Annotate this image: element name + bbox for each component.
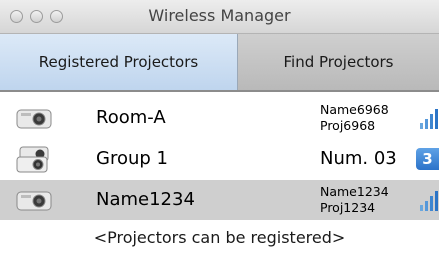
projector-row-name1234[interactable]: Name1234 Name1234 Proj1234 <box>0 180 439 220</box>
group-number: Num. 03 <box>320 148 397 169</box>
projector-info-id: Proj1234 <box>320 200 376 215</box>
projector-info: Name1234 Proj1234 <box>320 184 389 216</box>
window-title: Wireless Manager <box>148 6 291 25</box>
projector-name: Group 1 <box>96 148 168 169</box>
tab-find-projectors[interactable]: Find Projectors <box>238 34 439 90</box>
projector-row-room-a[interactable]: Room-A Name6968 Proj6968 <box>0 98 439 138</box>
projector-name: Room-A <box>96 107 166 128</box>
signal-strength-icon <box>420 191 438 211</box>
tab-bar: Registered Projectors Find Projectors <box>0 34 439 90</box>
tab-divider <box>0 90 439 92</box>
projector-info-name: Name1234 <box>320 184 389 199</box>
projector-info: Name6968 Proj6968 <box>320 102 389 134</box>
tab-registered-projectors[interactable]: Registered Projectors <box>0 34 238 90</box>
projector-info-id: Proj6968 <box>320 118 376 133</box>
projector-name: Name1234 <box>96 189 195 210</box>
projector-row-group-1[interactable]: Group 1 Num. 03 3 <box>0 139 439 179</box>
signal-strength-icon <box>420 109 438 129</box>
projector-icon <box>16 191 52 211</box>
window-titlebar: Wireless Manager <box>0 0 439 34</box>
projector-info-name: Name6968 <box>320 102 389 117</box>
register-hint-text: <Projectors can be registered> <box>93 228 346 247</box>
group-count-badge: 3 <box>416 148 439 170</box>
projector-icon <box>16 109 52 129</box>
projector-group-icon <box>16 146 49 173</box>
